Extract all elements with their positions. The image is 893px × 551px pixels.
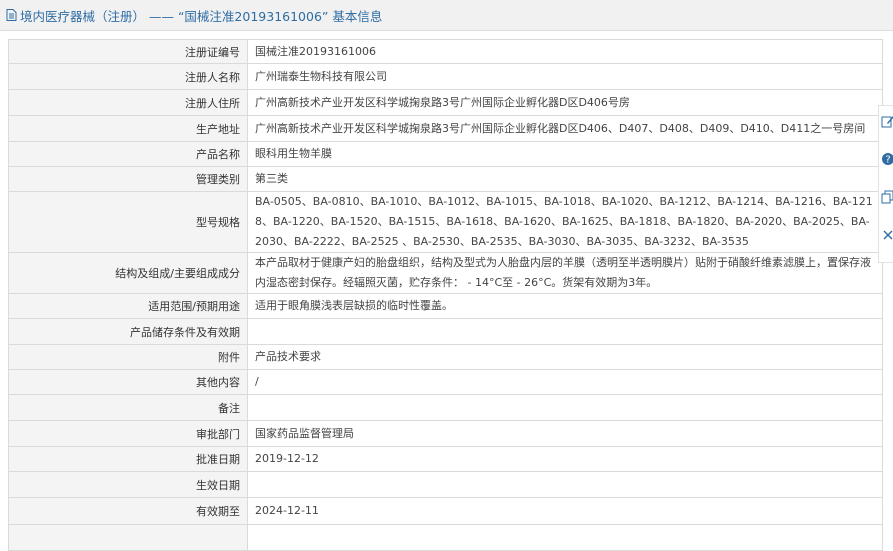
table-row: 批准日期 2019-12-12 [8, 446, 883, 472]
table-row: 有效期至 2024-12-11 [8, 497, 883, 525]
row-value: / [247, 369, 883, 395]
row-value: BA-0505、BA-0810、BA-1010、BA-1012、BA-1015、… [247, 191, 883, 253]
page-title: 境内医疗器械（注册） —— “国械注准20193161006” 基本信息 [20, 8, 383, 24]
row-label: 产品名称 [8, 141, 248, 167]
table-row: 产品名称 眼科用生物羊膜 [8, 141, 883, 167]
row-value: 国家药品监督管理局 [247, 420, 883, 447]
row-value: 2024-12-11 [247, 497, 883, 525]
row-label: 适用范围/预期用途 [8, 293, 248, 319]
row-label: 生产地址 [8, 115, 248, 142]
document-icon [6, 9, 17, 21]
row-label: 注册证编号 [8, 39, 248, 64]
row-label: 生效日期 [8, 471, 248, 498]
row-label: 其他内容 [8, 369, 248, 395]
row-value [247, 471, 883, 498]
row-label: 附件 [8, 344, 248, 370]
row-value: 2019-12-12 [247, 446, 883, 472]
row-value: 本产品取材于健康产妇的胎盘组织，结构及型式为人胎盘内层的羊膜（透明至半透明膜片）… [247, 252, 883, 294]
row-value [247, 524, 883, 551]
svg-text:?: ? [885, 155, 890, 166]
table-row: 产品储存条件及有效期 [8, 318, 883, 345]
row-value [247, 394, 883, 421]
copy-icon[interactable] [881, 190, 893, 204]
page-header: 境内医疗器械（注册） —— “国械注准20193161006” 基本信息 [0, 0, 893, 31]
row-value: 广州瑞泰生物科技有限公司 [247, 63, 883, 90]
table-row: 审批部门 国家药品监督管理局 [8, 420, 883, 447]
row-label: 备注 [8, 394, 248, 421]
table-row: 注册人名称 广州瑞泰生物科技有限公司 [8, 63, 883, 90]
table-row: 附件 产品技术要求 [8, 344, 883, 370]
row-label: 注册人名称 [8, 63, 248, 90]
row-value: 广州高新技术产业开发区科学城掬泉路3号广州国际企业孵化器D区D406号房 [247, 89, 883, 116]
row-value: 第三类 [247, 166, 883, 192]
table-row: 适用范围/预期用途 适用于眼角膜浅表层缺损的临时性覆盖。 [8, 293, 883, 319]
row-label: 审批部门 [8, 420, 248, 447]
row-label: 产品储存条件及有效期 [8, 318, 248, 345]
table-row: 型号规格 BA-0505、BA-0810、BA-1010、BA-1012、BA-1… [8, 191, 883, 253]
edit-icon[interactable] [881, 114, 893, 128]
row-label: 有效期至 [8, 497, 248, 525]
table-row: 注册人住所 广州高新技术产业开发区科学城掬泉路3号广州国际企业孵化器D区D406号… [8, 89, 883, 116]
table-row: 备注 [8, 394, 883, 421]
table-row: 注册证编号 国械注准20193161006 [8, 39, 883, 64]
floating-toolbar: ? [878, 105, 893, 263]
row-value [247, 318, 883, 345]
close-icon[interactable] [881, 228, 893, 242]
row-value: 广州高新技术产业开发区科学城掬泉路3号广州国际企业孵化器D区D406、D407、… [247, 115, 883, 142]
row-label [8, 524, 248, 551]
table-row: 生效日期 [8, 471, 883, 498]
row-value: 适用于眼角膜浅表层缺损的临时性覆盖。 [247, 293, 883, 319]
table-row: 管理类别 第三类 [8, 166, 883, 192]
help-icon[interactable]: ? [881, 152, 893, 166]
table-row: 其他内容 / [8, 369, 883, 395]
row-label: 批准日期 [8, 446, 248, 472]
row-label: 结构及组成/主要组成成分 [8, 252, 248, 294]
row-label: 型号规格 [8, 191, 248, 253]
row-value: 国械注准20193161006 [247, 39, 883, 64]
row-value: 产品技术要求 [247, 344, 883, 370]
row-label: 注册人住所 [8, 89, 248, 116]
table-row: 结构及组成/主要组成成分 本产品取材于健康产妇的胎盘组织，结构及型式为人胎盘内层的… [8, 252, 883, 294]
row-label: 管理类别 [8, 166, 248, 192]
table-row [8, 524, 883, 551]
table-row: 生产地址 广州高新技术产业开发区科学城掬泉路3号广州国际企业孵化器D区D406、D… [8, 115, 883, 142]
info-table: 注册证编号 国械注准20193161006 注册人名称 广州瑞泰生物科技有限公司 注册人… [8, 39, 883, 551]
row-value: 眼科用生物羊膜 [247, 141, 883, 167]
